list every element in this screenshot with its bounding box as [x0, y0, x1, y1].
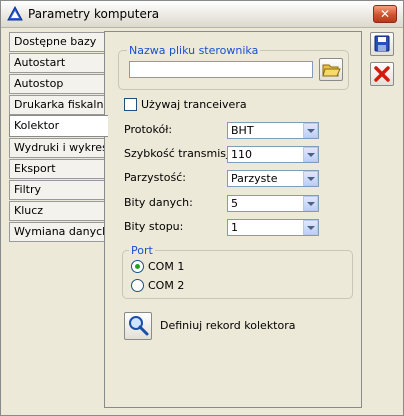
data-bits-label: Bity danych: [124, 196, 193, 209]
define-collector-record-button[interactable] [124, 312, 152, 340]
com2-radio[interactable] [131, 279, 144, 292]
tab-wymiana-danych[interactable]: Wymiana danych [9, 222, 105, 242]
data-bits-value: 5 [231, 197, 238, 210]
tab-dostepne-bazy[interactable]: Dostępne bazy [9, 32, 105, 52]
transceiver-label: Używaj tranceivera [141, 98, 247, 111]
tab-wydruki-i-wykresy[interactable]: Wydruki i wykresy [9, 138, 105, 158]
window: Parametry komputera ✕ Dostępne bazy Auto… [0, 0, 404, 416]
parity-select[interactable]: Parzyste [227, 170, 319, 187]
define-collector-record-label: Definiuj rekord kolektora [160, 319, 296, 332]
tab-autostart[interactable]: Autostart [9, 53, 105, 73]
transceiver-checkbox[interactable] [124, 98, 137, 111]
cancel-button[interactable] [370, 62, 394, 86]
magnifier-icon [129, 316, 149, 336]
tab-drukarka-fiskalna[interactable]: Drukarka fiskalna [9, 95, 105, 115]
data-bits-select[interactable]: 5 [227, 195, 319, 212]
window-title: Parametry komputera [28, 7, 160, 21]
tab-eksport[interactable]: Eksport [9, 159, 105, 179]
cancel-icon [374, 66, 390, 82]
parity-label: Parzystość: [124, 171, 186, 184]
tab-autostop[interactable]: Autostop [9, 74, 105, 94]
protocol-value: BHT [231, 124, 254, 137]
chevron-down-icon [303, 123, 318, 138]
tab-klucz[interactable]: Klucz [9, 201, 105, 221]
baud-rate-label: Szybkość transmisji: [124, 147, 236, 160]
tab-filtry[interactable]: Filtry [9, 180, 105, 200]
parity-value: Parzyste [231, 172, 278, 185]
port-group-label: Port [129, 244, 155, 257]
baud-rate-select[interactable]: 110 [227, 146, 319, 163]
title-bar: Parametry komputera ✕ [1, 1, 403, 28]
chevron-down-icon [303, 171, 318, 186]
com1-label: COM 1 [148, 260, 185, 273]
protocol-label: Protokół: [124, 123, 173, 136]
chevron-down-icon [303, 196, 318, 211]
protocol-select[interactable]: BHT [227, 122, 319, 139]
com2-label: COM 2 [148, 279, 185, 292]
com1-radio[interactable] [131, 260, 144, 273]
save-icon [374, 35, 390, 52]
folder-open-icon [322, 64, 341, 77]
stop-bits-value: 1 [231, 221, 238, 234]
driver-file-group-label: Nazwa pliku sterownika [127, 44, 261, 57]
stop-bits-select[interactable]: 1 [227, 219, 319, 236]
chevron-down-icon [303, 147, 318, 162]
app-icon [7, 6, 23, 21]
stop-bits-label: Bity stopu: [124, 220, 184, 233]
browse-button[interactable] [319, 58, 343, 81]
driver-file-input[interactable] [129, 61, 313, 78]
chevron-down-icon [303, 220, 318, 235]
close-button[interactable]: ✕ [373, 5, 397, 23]
save-button[interactable] [370, 32, 394, 56]
tab-kolektor[interactable]: Kolektor [9, 115, 108, 137]
close-icon: ✕ [379, 7, 391, 21]
baud-rate-value: 110 [231, 148, 252, 161]
